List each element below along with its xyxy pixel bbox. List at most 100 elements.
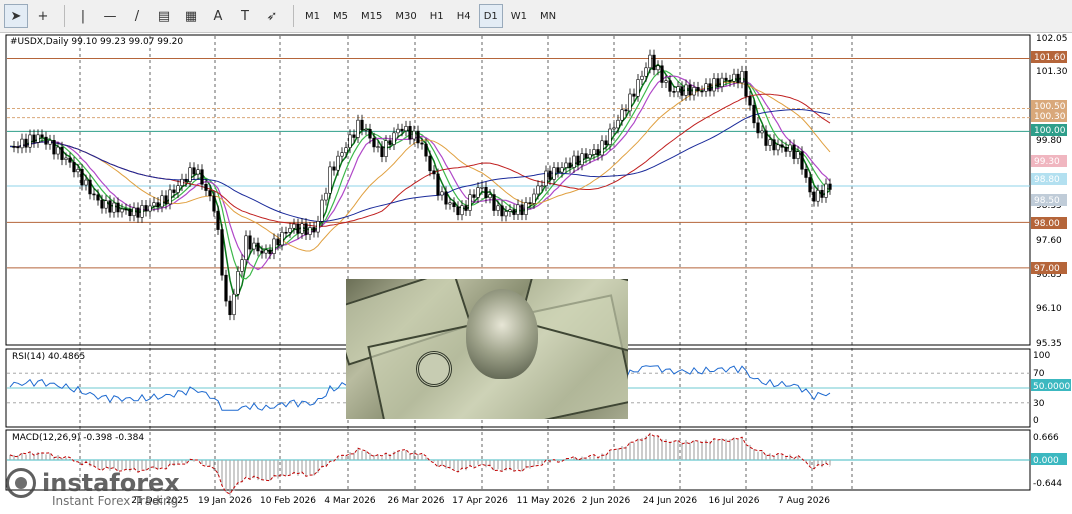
- candle-body: [728, 79, 732, 82]
- timeframe-h4-button[interactable]: H4: [452, 4, 476, 28]
- candle-body: [20, 138, 24, 149]
- candle-body: [276, 238, 280, 246]
- text-label-tool-button[interactable]: T: [233, 4, 257, 28]
- candle-body: [176, 185, 180, 193]
- candle-body: [824, 183, 828, 198]
- channels-tool-button[interactable]: ▤: [152, 4, 176, 28]
- candle-body: [380, 146, 384, 157]
- candle-body: [508, 209, 512, 212]
- candle-body: [716, 78, 720, 87]
- candle-body: [552, 167, 556, 180]
- candle-body: [736, 73, 740, 84]
- candle-body: [576, 155, 580, 166]
- candle-body: [360, 119, 364, 131]
- candle-body: [780, 144, 784, 148]
- candle-body: [196, 169, 200, 175]
- timeframe-m30-button[interactable]: M30: [390, 4, 421, 28]
- candle-body: [392, 132, 396, 145]
- time-axis-label: 11 May 2026: [517, 496, 576, 506]
- candle-body: [640, 75, 644, 80]
- candle-body: [124, 208, 128, 211]
- horizontal-line-tool-button[interactable]: —: [98, 4, 122, 28]
- candle-body: [800, 151, 804, 170]
- trend-line-tool-button[interactable]: /: [125, 4, 149, 28]
- candle-body: [672, 91, 676, 93]
- candle-body: [688, 84, 692, 96]
- candle-body: [288, 227, 292, 233]
- price-tag-label: 98.50: [1034, 196, 1060, 206]
- vertical-line-tool-button[interactable]: |: [71, 4, 95, 28]
- candle-body: [272, 238, 276, 254]
- timeframe-d1-button[interactable]: D1: [478, 4, 503, 28]
- timeframe-m5-button[interactable]: M5: [328, 4, 353, 28]
- rsi-axis-label: 0: [1033, 416, 1039, 426]
- candle-body: [696, 87, 700, 92]
- chart-svg[interactable]: 102.05101.3099.8098.3597.6096.8596.1095.…: [0, 33, 1072, 511]
- candle-body: [704, 83, 708, 92]
- candle-body: [828, 183, 832, 190]
- channels-icon: ▤: [157, 8, 171, 24]
- candle-body: [400, 128, 404, 132]
- text-tool-button[interactable]: A: [206, 4, 230, 28]
- candle-body: [224, 274, 228, 302]
- candle-body: [612, 127, 616, 130]
- candle-body: [564, 162, 568, 168]
- candle-body: [796, 151, 800, 159]
- timeframe-w1-button[interactable]: W1: [506, 4, 532, 28]
- price-tag-label: 100.00: [1034, 126, 1066, 136]
- candle-body: [536, 185, 540, 195]
- candle-body: [404, 126, 408, 132]
- candle-body: [676, 86, 680, 93]
- time-axis-label: 10 Feb 2026: [260, 496, 316, 506]
- candle-body: [472, 194, 476, 198]
- candle-body: [592, 149, 596, 155]
- rsi-axis-label: 30: [1033, 399, 1045, 409]
- instaforex-logo: instaforex Instant Forex Trading: [6, 468, 180, 508]
- arrows-icon: ➶: [266, 8, 278, 24]
- candle-body: [316, 221, 320, 233]
- candle-body: [596, 149, 600, 156]
- candle-body: [116, 202, 120, 213]
- timeframe-m1-button[interactable]: M1: [300, 4, 325, 28]
- candle-body: [464, 205, 468, 211]
- candle-body: [188, 167, 192, 182]
- candle-body: [680, 86, 684, 96]
- time-axis-label: 19 Jan 2026: [198, 496, 252, 506]
- crosshair-tool-button[interactable]: +: [31, 4, 55, 28]
- candle-body: [24, 138, 28, 148]
- chart-area[interactable]: 102.05101.3099.8098.3597.6096.8596.1095.…: [0, 33, 1072, 511]
- candle-body: [248, 235, 252, 250]
- candle-body: [108, 200, 112, 213]
- candle-body: [164, 195, 168, 205]
- candle-body: [460, 205, 464, 216]
- price-axis-label: 102.05: [1036, 34, 1068, 44]
- rsi-axis-label: 70: [1033, 369, 1045, 379]
- candle-body: [692, 87, 696, 96]
- candle-body: [76, 168, 80, 173]
- timeframe-m15-button[interactable]: M15: [356, 4, 387, 28]
- candle-body: [68, 157, 72, 163]
- candle-body: [488, 194, 492, 199]
- candle-body: [768, 139, 772, 146]
- candle-body: [560, 167, 564, 173]
- franklin-portrait-icon: [466, 289, 538, 379]
- time-axis-label: 17 Apr 2026: [452, 496, 508, 506]
- timeframe-h1-button[interactable]: H1: [425, 4, 449, 28]
- candle-body: [484, 186, 488, 199]
- candle-body: [664, 80, 668, 83]
- candle-body: [496, 205, 500, 211]
- candle-body: [648, 54, 652, 69]
- candle-body: [128, 208, 132, 217]
- timeframe-mn-button[interactable]: MN: [535, 4, 561, 28]
- arrows-tool-button[interactable]: ➶: [260, 4, 284, 28]
- time-axis-label: 16 Jul 2026: [709, 496, 760, 506]
- candle-body: [56, 146, 60, 155]
- cursor-tool-button[interactable]: ➤: [4, 4, 28, 28]
- candle-body: [476, 187, 480, 198]
- candle-body: [104, 200, 108, 209]
- candle-body: [40, 134, 44, 138]
- candle-body: [804, 168, 808, 178]
- candle-body: [184, 178, 188, 182]
- fibonacci-tool-button[interactable]: ▦: [179, 4, 203, 28]
- candle-body: [44, 136, 48, 145]
